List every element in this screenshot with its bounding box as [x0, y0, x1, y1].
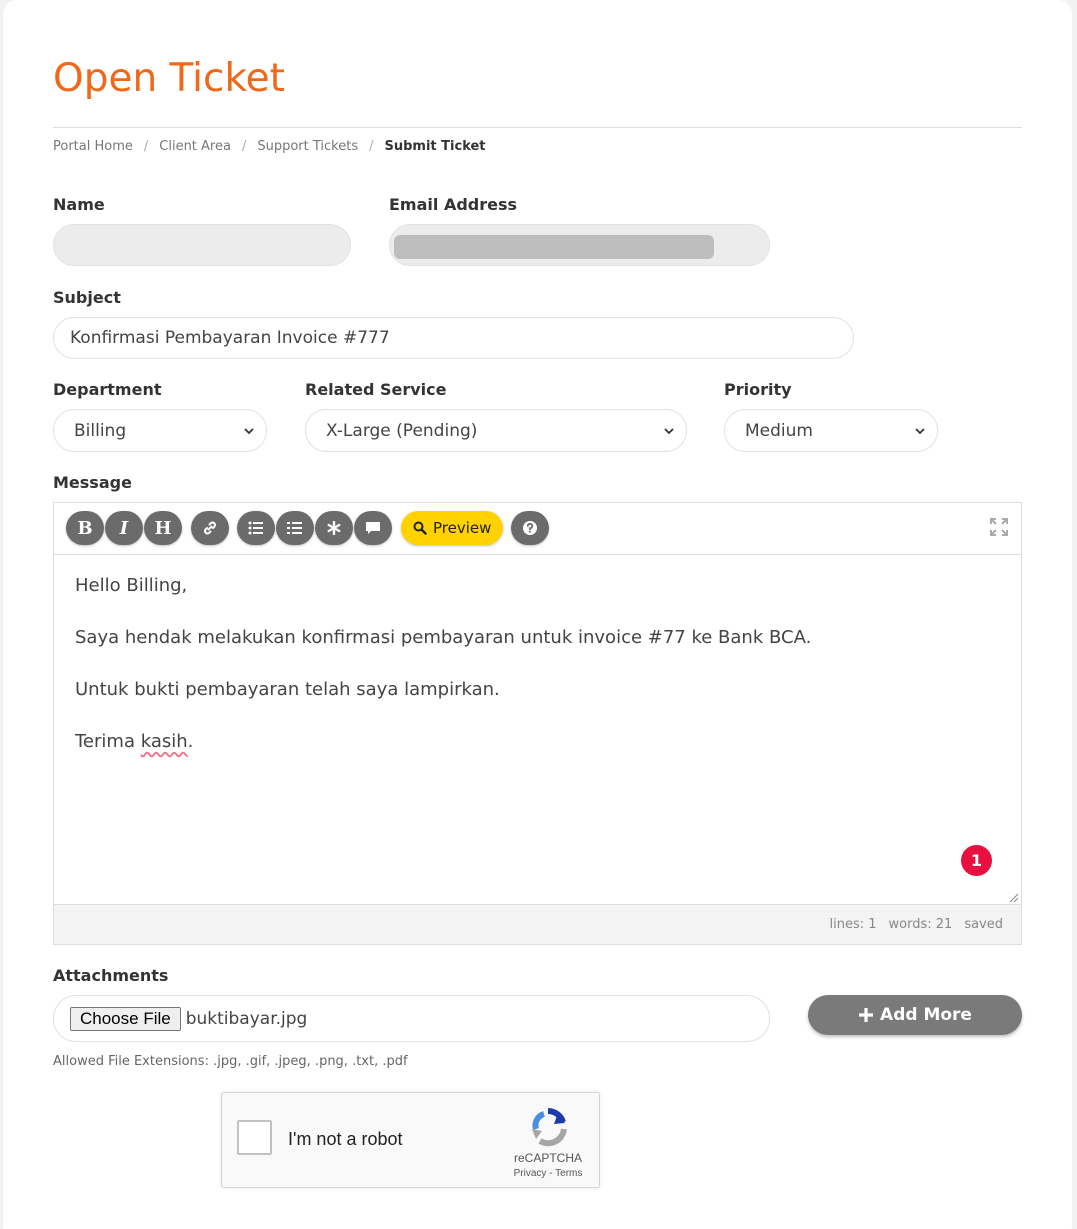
word-count: words: 21 [888, 917, 953, 932]
related-service-value: X-Large (Pending) [326, 420, 478, 441]
message-line: Saya hendak melakukan konfirmasi pembaya… [75, 627, 812, 648]
chosen-file-name: buktibayar.jpg [185, 1008, 308, 1029]
recaptcha-links: Privacy - Terms [508, 1168, 588, 1179]
preview-button[interactable]: Preview [401, 511, 504, 545]
message-editor: B I H Preview Hello Billing, Saya hendak… [53, 502, 1022, 945]
line-count: lines: 1 [829, 917, 877, 932]
message-line: Untuk bukti pembayaran telah saya lampir… [75, 679, 500, 700]
breadcrumb-portal-home[interactable]: Portal Home [53, 139, 133, 154]
add-more-button[interactable]: Add More [808, 995, 1022, 1035]
breadcrumb-separator: / [143, 139, 149, 154]
fullscreen-icon[interactable] [989, 517, 1009, 537]
preview-label: Preview [433, 519, 492, 537]
department-select[interactable]: Billing [53, 409, 267, 452]
bullet-list-button[interactable] [237, 511, 275, 545]
related-service-select[interactable]: X-Large (Pending) [305, 409, 687, 452]
resize-handle-icon[interactable] [1009, 893, 1019, 903]
misspelled-word: kasih [140, 731, 188, 752]
italic-button[interactable]: I [105, 511, 143, 545]
terms-link[interactable]: Terms [555, 1168, 582, 1179]
recaptcha-brand: reCAPTCHA [513, 1151, 582, 1165]
help-button[interactable] [511, 511, 549, 545]
breadcrumb-separator: / [241, 139, 247, 154]
bullet-list-icon [248, 521, 263, 535]
link-button[interactable] [191, 511, 229, 545]
file-input[interactable]: Choose File buktibayar.jpg [53, 995, 770, 1042]
editor-content[interactable]: Hello Billing, Saya hendak melakukan kon… [75, 573, 811, 781]
subject-input[interactable]: Konfirmasi Pembayaran Invoice #777 [53, 317, 854, 359]
recaptcha-logo-icon [532, 1108, 567, 1147]
numbered-list-icon [287, 522, 302, 534]
breadcrumb-client-area[interactable]: Client Area [159, 139, 231, 154]
choose-file-button[interactable]: Choose File [70, 1006, 181, 1031]
chevron-down-icon [664, 427, 674, 434]
chevron-down-icon [244, 427, 254, 434]
privacy-link[interactable]: Privacy [514, 1168, 547, 1179]
closing-punctuation: . [187, 731, 194, 752]
priority-value: Medium [745, 420, 813, 441]
page-title: Open Ticket [53, 56, 285, 101]
add-more-label: Add More [880, 1005, 972, 1025]
comment-icon [366, 521, 380, 534]
numbered-list-button[interactable] [276, 511, 314, 545]
allowed-extensions-text: Allowed File Extensions: .jpg, .gif, .jp… [53, 1054, 408, 1069]
question-icon [523, 521, 537, 535]
name-field[interactable] [53, 224, 351, 266]
breadcrumb-support-tickets[interactable]: Support Tickets [257, 139, 358, 154]
editor-statusbar: lines: 1 words: 21 saved [54, 904, 1021, 944]
subject-value: Konfirmasi Pembayaran Invoice #777 [70, 328, 390, 348]
quote-button[interactable] [354, 511, 392, 545]
recaptcha-label: I'm not a robot [288, 1129, 403, 1149]
bold-button[interactable]: B [66, 511, 104, 545]
message-line-closing: Terima kasih. [75, 729, 811, 755]
department-label: Department [53, 380, 162, 399]
message-line: Hello Billing, [75, 575, 188, 596]
closing-word: Terima [75, 731, 135, 752]
editor-toolbar: B I H Preview [54, 503, 1021, 555]
search-icon [413, 521, 427, 535]
redacted-email [394, 235, 714, 259]
link-separator: - [546, 1168, 556, 1179]
name-label: Name [53, 195, 105, 214]
related-service-label: Related Service [305, 380, 447, 399]
attachments-label: Attachments [53, 966, 169, 985]
department-value: Billing [74, 420, 127, 441]
chevron-down-icon [915, 427, 925, 434]
breadcrumb: Portal Home / Client Area / Support Tick… [53, 139, 486, 154]
priority-select[interactable]: Medium [724, 409, 938, 452]
plus-icon [859, 1008, 874, 1022]
code-button[interactable] [315, 511, 353, 545]
priority-label: Priority [724, 380, 792, 399]
title-divider [53, 127, 1022, 128]
recaptcha-widget: I'm not a robot reCAPTCHA Privacy - Term… [221, 1092, 600, 1188]
email-label: Email Address [389, 195, 518, 214]
notification-badge[interactable]: 1 [961, 845, 992, 876]
email-field[interactable] [389, 224, 770, 266]
subject-label: Subject [53, 288, 121, 307]
recaptcha-checkbox[interactable] [237, 1120, 272, 1155]
breadcrumb-submit-ticket: Submit Ticket [384, 139, 486, 154]
breadcrumb-separator: / [369, 139, 374, 154]
link-icon [204, 521, 216, 535]
asterisk-icon [327, 521, 341, 535]
save-status: saved [964, 917, 1003, 932]
heading-button[interactable]: H [144, 511, 182, 545]
message-label: Message [53, 473, 132, 492]
